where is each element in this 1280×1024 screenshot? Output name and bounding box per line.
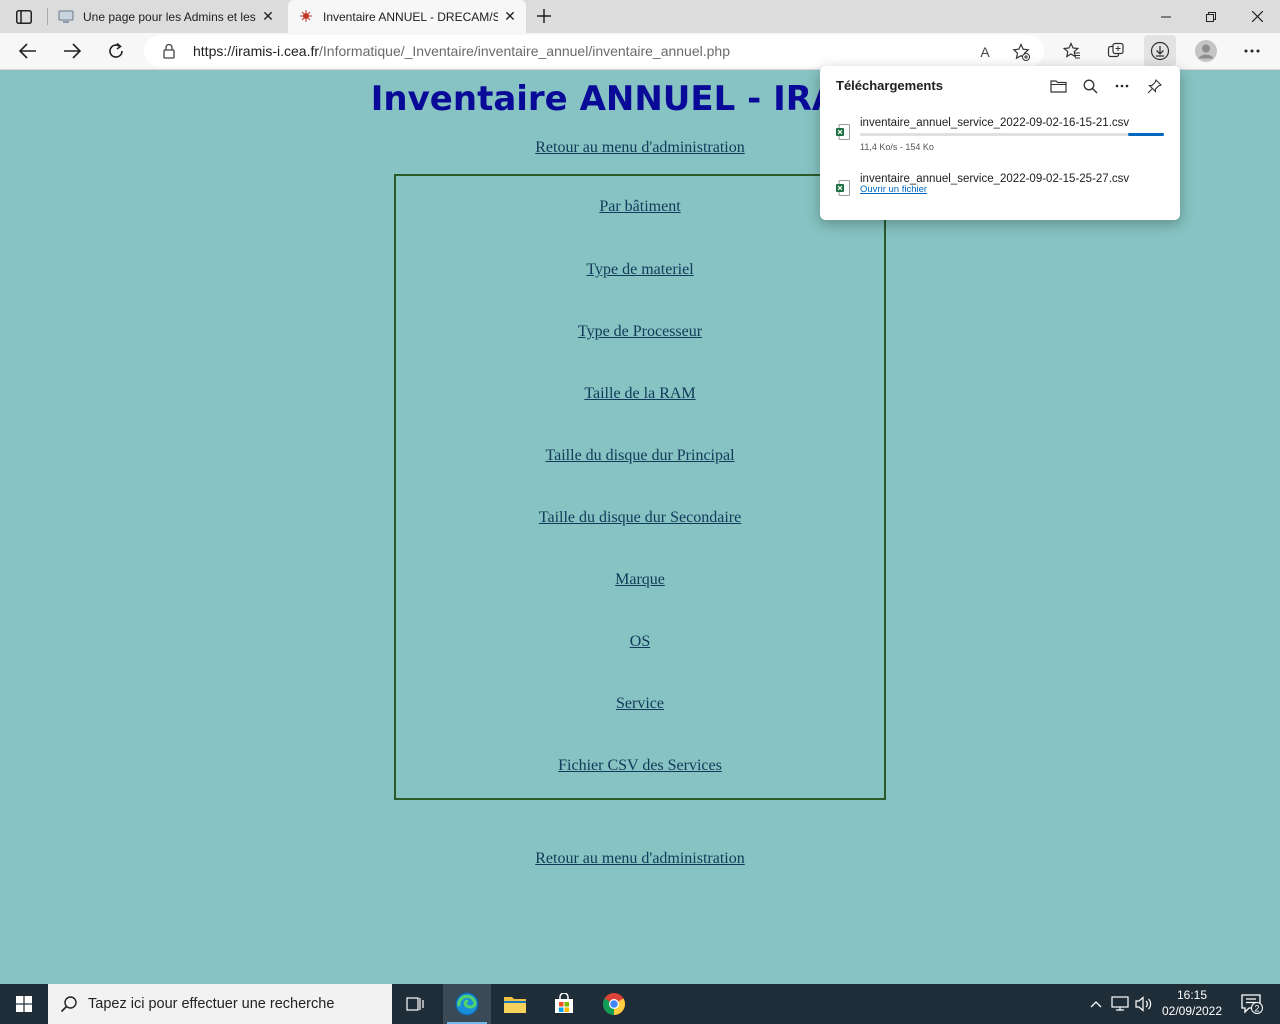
chevron-up-icon[interactable] [1086, 994, 1106, 1014]
search-icon [60, 995, 78, 1018]
menu-link-type-materiel[interactable]: Type de materiel [586, 261, 693, 278]
collections-icon[interactable] [1100, 35, 1132, 67]
taskbar-search-box[interactable]: Tapez ici pour effectuer une recherche [48, 984, 392, 1024]
download-progress-bar [860, 133, 1164, 136]
refresh-icon[interactable] [100, 35, 132, 67]
download-status: 11,4 Ko/s - 154 Ko [860, 142, 934, 152]
menu-item: OS [396, 633, 884, 651]
tab-inventaire[interactable]: Inventaire ANNUEL - DRECAM/S ✕ [288, 0, 526, 33]
downloads-panel: Téléchargements inventaire_annuel_servic… [820, 66, 1180, 220]
volume-icon[interactable] [1134, 994, 1154, 1014]
menu-link-marque[interactable]: Marque [615, 571, 665, 588]
download-filename: inventaire_annuel_service_2022-09-02-16-… [860, 117, 1130, 129]
taskbar-clock[interactable]: 16:15 02/09/2022 [1152, 987, 1232, 1019]
back-arrow-icon[interactable] [12, 35, 44, 67]
pin-icon[interactable] [1142, 75, 1166, 97]
profile-avatar-icon[interactable] [1190, 35, 1222, 67]
taskbar-file-explorer-icon[interactable] [491, 984, 539, 1024]
open-folder-icon[interactable] [1046, 75, 1070, 97]
search-icon[interactable] [1078, 75, 1102, 97]
close-window-icon[interactable] [1234, 0, 1280, 33]
windows-start-icon[interactable] [0, 984, 48, 1024]
menu-item: Par bâtiment [396, 198, 884, 216]
favorites-icon[interactable] [1056, 35, 1088, 67]
menu-item: Taille du disque dur Secondaire [396, 509, 884, 527]
menu-item: Type de Processeur [396, 323, 884, 341]
excel-file-icon [836, 180, 850, 201]
open-file-link[interactable]: Ouvrir un fichier [860, 184, 927, 195]
taskbar-store-icon[interactable] [540, 984, 588, 1024]
download-progress-fill [1127, 133, 1164, 136]
add-favorite-icon[interactable] [1010, 41, 1032, 63]
read-aloud-label: A [980, 44, 990, 60]
address-bar[interactable]: https://iramis-i.cea.fr/Informatique/_In… [144, 35, 1044, 67]
computer-icon [58, 9, 74, 25]
menu-link-disque-principal[interactable]: Taille du disque dur Principal [545, 447, 734, 464]
read-aloud-icon[interactable]: A [974, 41, 996, 63]
tab-actions-icon[interactable] [8, 4, 40, 30]
restore-icon[interactable] [1188, 0, 1234, 33]
url-text[interactable]: https://iramis-i.cea.fr/Informatique/_In… [193, 43, 730, 59]
iramis-logo-icon [298, 9, 314, 25]
menu-item: Taille du disque dur Principal [396, 447, 884, 465]
search-placeholder: Tapez ici pour effectuer une recherche [88, 996, 335, 1012]
downloads-icon[interactable] [1144, 35, 1176, 67]
downloads-title: Téléchargements [836, 78, 943, 93]
new-tab-icon[interactable] [530, 3, 558, 29]
taskbar-edge-icon[interactable] [443, 984, 491, 1024]
tab-title: Une page pour les Admins et les [83, 9, 256, 24]
url-host: https://iramis-i.cea.fr [193, 43, 320, 59]
clock-time: 16:15 [1176, 988, 1208, 1002]
task-view-icon[interactable] [392, 984, 440, 1024]
menu-link-taille-ram[interactable]: Taille de la RAM [584, 385, 695, 402]
download-item-complete[interactable]: inventaire_annuel_service_2022-09-02-15-… [820, 173, 1180, 221]
menu-item: Marque [396, 571, 884, 589]
browser-toolbar: https://iramis-i.cea.fr/Informatique/_In… [0, 33, 1280, 70]
menu-item: Taille de la RAM [396, 385, 884, 403]
tab-admin-page[interactable]: Une page pour les Admins et les ✕ [48, 0, 284, 33]
more-options-icon[interactable] [1110, 75, 1134, 97]
taskbar-chrome-icon[interactable] [590, 984, 638, 1024]
network-icon[interactable] [1110, 994, 1130, 1014]
menu-item: Type de materiel [396, 261, 884, 279]
url-path: /Informatique/_Inventaire/inventaire_ann… [319, 43, 730, 59]
tab-title: Inventaire ANNUEL - DRECAM/S [323, 9, 498, 24]
minimize-icon[interactable] [1143, 0, 1189, 33]
more-options-icon[interactable] [1236, 35, 1268, 67]
menu-link-os[interactable]: OS [630, 633, 650, 650]
notifications-icon[interactable]: 2 [1232, 984, 1272, 1024]
menu-link-par-batiment[interactable]: Par bâtiment [599, 198, 680, 215]
close-icon[interactable]: ✕ [256, 5, 280, 29]
back-link-bottom-row: Retour au menu d'administration [0, 850, 1280, 868]
back-to-admin-link[interactable]: Retour au menu d'administration [535, 850, 745, 867]
clock-date: 02/09/2022 [1161, 1004, 1223, 1018]
menu-item: Service [396, 695, 884, 713]
download-item-active[interactable]: inventaire_annuel_service_2022-09-02-16-… [820, 117, 1180, 165]
forward-arrow-icon[interactable] [56, 35, 88, 67]
tab-bar: Une page pour les Admins et les ✕ Invent… [0, 0, 1280, 33]
menu-link-disque-secondaire[interactable]: Taille du disque dur Secondaire [539, 509, 741, 526]
excel-file-icon [836, 124, 850, 145]
menu-link-type-processeur[interactable]: Type de Processeur [578, 323, 702, 340]
notification-count: 2 [1254, 1003, 1259, 1013]
inventory-menu: Par bâtiment Type de materiel Type de Pr… [394, 174, 886, 800]
menu-item: Fichier CSV des Services [396, 757, 884, 775]
menu-link-csv-services[interactable]: Fichier CSV des Services [558, 757, 722, 774]
close-icon[interactable]: ✕ [498, 5, 522, 29]
windows-taskbar: Tapez ici pour effectuer une recherche 1… [0, 984, 1280, 1024]
back-to-admin-link[interactable]: Retour au menu d'administration [535, 139, 745, 156]
lock-icon[interactable] [162, 43, 176, 64]
menu-link-service[interactable]: Service [616, 695, 664, 712]
